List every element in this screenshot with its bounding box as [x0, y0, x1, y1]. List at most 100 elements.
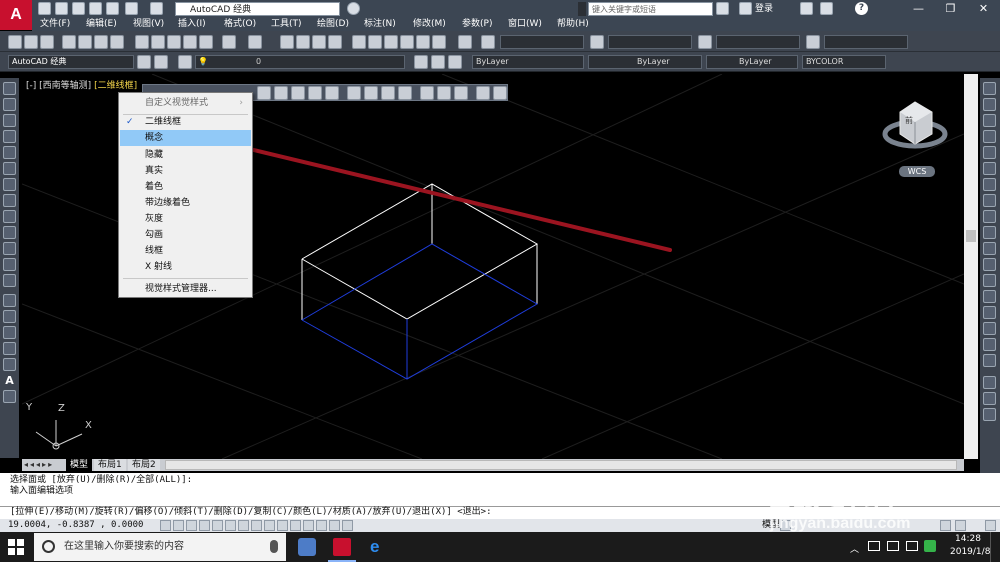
- scale-icon[interactable]: [983, 194, 996, 207]
- tool-palettes-icon[interactable]: [384, 35, 398, 49]
- multileader-style-icon[interactable]: [806, 35, 820, 49]
- help-icon[interactable]: ?: [855, 2, 868, 15]
- extend-icon[interactable]: [983, 242, 996, 255]
- menu-dimension[interactable]: 标注(N): [364, 18, 396, 31]
- region-icon[interactable]: [3, 342, 16, 355]
- make-block-icon[interactable]: [3, 274, 16, 287]
- menu-modify[interactable]: 修改(M): [413, 18, 446, 31]
- layer-previous-icon[interactable]: [431, 55, 445, 69]
- rectangle-icon[interactable]: [3, 146, 16, 159]
- search-icon[interactable]: [716, 2, 729, 15]
- vertical-scrollbar[interactable]: [964, 74, 978, 459]
- zoom-window-icon[interactable]: [312, 35, 326, 49]
- new-file-icon[interactable]: [38, 2, 51, 15]
- plot-preview-icon[interactable]: [78, 35, 92, 49]
- 3d-icon-13[interactable]: [476, 86, 490, 100]
- copy-icon[interactable]: [151, 35, 165, 49]
- ellipse-arc-icon[interactable]: [3, 242, 16, 255]
- help-icon[interactable]: [458, 35, 472, 49]
- redo-icon[interactable]: [150, 2, 163, 15]
- block-editor-icon[interactable]: [199, 35, 213, 49]
- workspace-settings-icon[interactable]: [137, 55, 151, 69]
- paste-icon[interactable]: [167, 35, 181, 49]
- dyn-icon[interactable]: [277, 520, 288, 531]
- layer-combo[interactable]: 💡 0: [195, 55, 405, 69]
- transparency-icon[interactable]: [303, 520, 314, 531]
- table-icon[interactable]: [3, 358, 16, 371]
- save-icon[interactable]: [72, 2, 85, 15]
- table-style-icon[interactable]: [698, 35, 712, 49]
- 3d-icon-2[interactable]: [274, 86, 288, 100]
- cut-icon[interactable]: [135, 35, 149, 49]
- markup-icon[interactable]: [416, 35, 430, 49]
- 3d-icon-4[interactable]: [308, 86, 322, 100]
- network-icon[interactable]: [887, 541, 899, 551]
- lock-ui-icon[interactable]: [940, 520, 951, 531]
- 3d-icon-6[interactable]: [347, 86, 361, 100]
- visual-style-control[interactable]: [二维线框]: [94, 81, 137, 91]
- menu-parametric[interactable]: 参数(P): [462, 18, 492, 31]
- spline-icon[interactable]: [3, 210, 16, 223]
- pan-icon[interactable]: [280, 35, 294, 49]
- 3d-icon-8[interactable]: [381, 86, 395, 100]
- lineweight-icon[interactable]: [290, 520, 301, 531]
- offset-icon[interactable]: [983, 130, 996, 143]
- search-input[interactable]: 键入关键字或短语: [588, 2, 713, 16]
- solid-edit-icon[interactable]: [983, 408, 996, 421]
- multiline-text-icon[interactable]: A: [3, 374, 16, 387]
- dim-style-icon[interactable]: [590, 35, 604, 49]
- battery-icon[interactable]: [868, 541, 880, 551]
- make-layer-current-icon[interactable]: [414, 55, 428, 69]
- 3d-icon-10[interactable]: [420, 86, 434, 100]
- volume-icon[interactable]: [906, 541, 918, 551]
- menu-item-shades-of-gray[interactable]: 灰度: [120, 211, 251, 227]
- undo-icon[interactable]: [222, 35, 236, 49]
- menu-window[interactable]: 窗口(W): [508, 18, 542, 31]
- break-icon[interactable]: [983, 274, 996, 287]
- trim-icon[interactable]: [983, 226, 996, 239]
- 3d-icon-5[interactable]: [325, 86, 339, 100]
- open-file-icon[interactable]: [55, 2, 68, 15]
- minimize-button[interactable]: —: [902, 0, 935, 18]
- save-icon[interactable]: [40, 35, 54, 49]
- save-as-icon[interactable]: [89, 2, 102, 15]
- line-icon[interactable]: [3, 82, 16, 95]
- tab-layout2[interactable]: 布局2: [128, 459, 160, 471]
- undo-icon[interactable]: [125, 2, 138, 15]
- snap-icon[interactable]: [173, 520, 184, 531]
- ducs-icon[interactable]: [264, 520, 275, 531]
- quick-properties-icon[interactable]: [316, 520, 327, 531]
- rotate-icon[interactable]: [983, 178, 996, 191]
- clean-screen-icon[interactable]: [985, 520, 996, 531]
- 3d-osnap-icon[interactable]: [238, 520, 249, 531]
- close-button[interactable]: ✕: [967, 0, 1000, 18]
- explode-icon[interactable]: [983, 354, 996, 367]
- array-icon[interactable]: [983, 146, 996, 159]
- 3d-icon-1[interactable]: [257, 86, 271, 100]
- print-icon[interactable]: [106, 2, 119, 15]
- join-icon[interactable]: [983, 290, 996, 303]
- new-icon[interactable]: [8, 35, 22, 49]
- viewcube-icon[interactable]: [882, 101, 948, 149]
- polar-icon[interactable]: [212, 520, 223, 531]
- point-icon[interactable]: [3, 294, 16, 307]
- hatch-icon[interactable]: [3, 310, 16, 323]
- restore-button[interactable]: ❐: [934, 0, 967, 18]
- menu-help[interactable]: 帮助(H): [557, 18, 589, 31]
- horizontal-scrollbar[interactable]: [165, 460, 957, 470]
- menu-item-conceptual[interactable]: 概念: [120, 130, 251, 146]
- exchange-icon[interactable]: [800, 2, 813, 15]
- blend-curves-icon[interactable]: [983, 338, 996, 351]
- menu-insert[interactable]: 插入(I): [178, 18, 206, 31]
- polyline-icon[interactable]: [3, 114, 16, 127]
- ime-icon[interactable]: [924, 540, 936, 552]
- coordinates-display[interactable]: 19.0004, -0.8387 , 0.0000: [8, 519, 143, 532]
- workspace-settings-icon[interactable]: [347, 2, 360, 15]
- chamfer-icon[interactable]: [983, 306, 996, 319]
- menu-view[interactable]: 视图(V): [133, 18, 164, 31]
- workspace-combo[interactable]: AutoCAD 经典: [8, 55, 134, 69]
- 3d-icon-11[interactable]: [437, 86, 451, 100]
- fillet-icon[interactable]: [983, 322, 996, 335]
- plot-icon[interactable]: [62, 35, 76, 49]
- 3d-print-icon[interactable]: [110, 35, 124, 49]
